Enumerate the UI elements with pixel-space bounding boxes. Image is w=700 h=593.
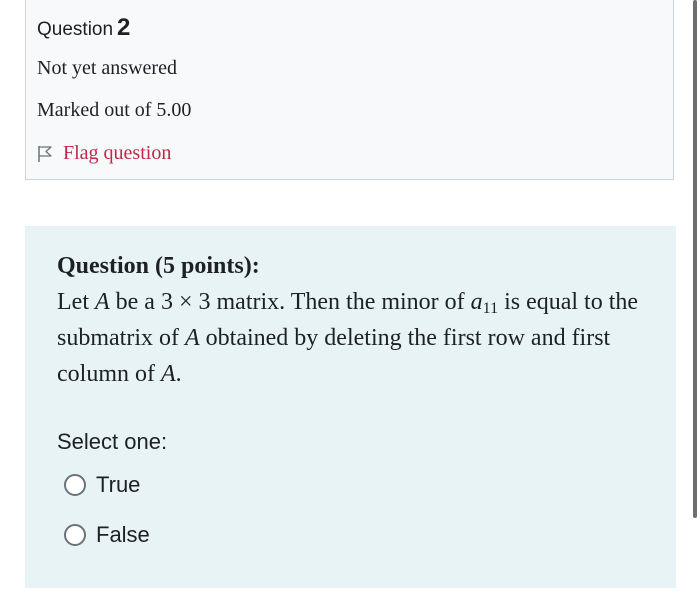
question-content: Question (5 points): Let A be a 3 × 3 ma… [25,226,676,588]
math-variable: A [94,289,110,315]
question-info-panel: Question 2 Not yet answered Marked out of… [25,0,674,180]
answer-option-true[interactable]: True [64,472,140,498]
radio-button-false[interactable] [64,524,86,546]
answer-option-false[interactable]: False [64,522,150,548]
question-text-part: . [175,361,182,387]
math-variable: A [184,325,200,351]
flag-question-label: Flag question [63,142,172,164]
math-variable: a [470,289,483,315]
question-text-part: be a 3 × 3 matrix. Then the minor of [109,289,471,315]
question-label: Question [37,19,114,40]
math-variable: A [160,361,176,387]
flag-question-link[interactable]: Flag question [37,142,171,165]
scrollbar[interactable] [693,0,697,518]
question-text-part: Let [57,289,95,315]
question-body: Let A be a 3 × 3 matrix. Then the minor … [57,284,647,392]
question-grade: Marked out of 5.00 [37,99,192,121]
question-number: 2 [117,14,131,41]
option-label-false: False [96,522,150,547]
option-label-true: True [96,472,141,497]
answer-prompt: Select one: [57,429,168,454]
question-title: Question 2 [37,14,130,42]
question-text: Question (5 points): Let A be a 3 × 3 ma… [57,248,647,392]
question-state: Not yet answered [37,57,177,79]
math-subscript: 11 [482,300,499,317]
radio-button-true[interactable] [64,474,86,496]
flag-icon [38,145,52,162]
question-heading: Question (5 points): [57,253,260,279]
